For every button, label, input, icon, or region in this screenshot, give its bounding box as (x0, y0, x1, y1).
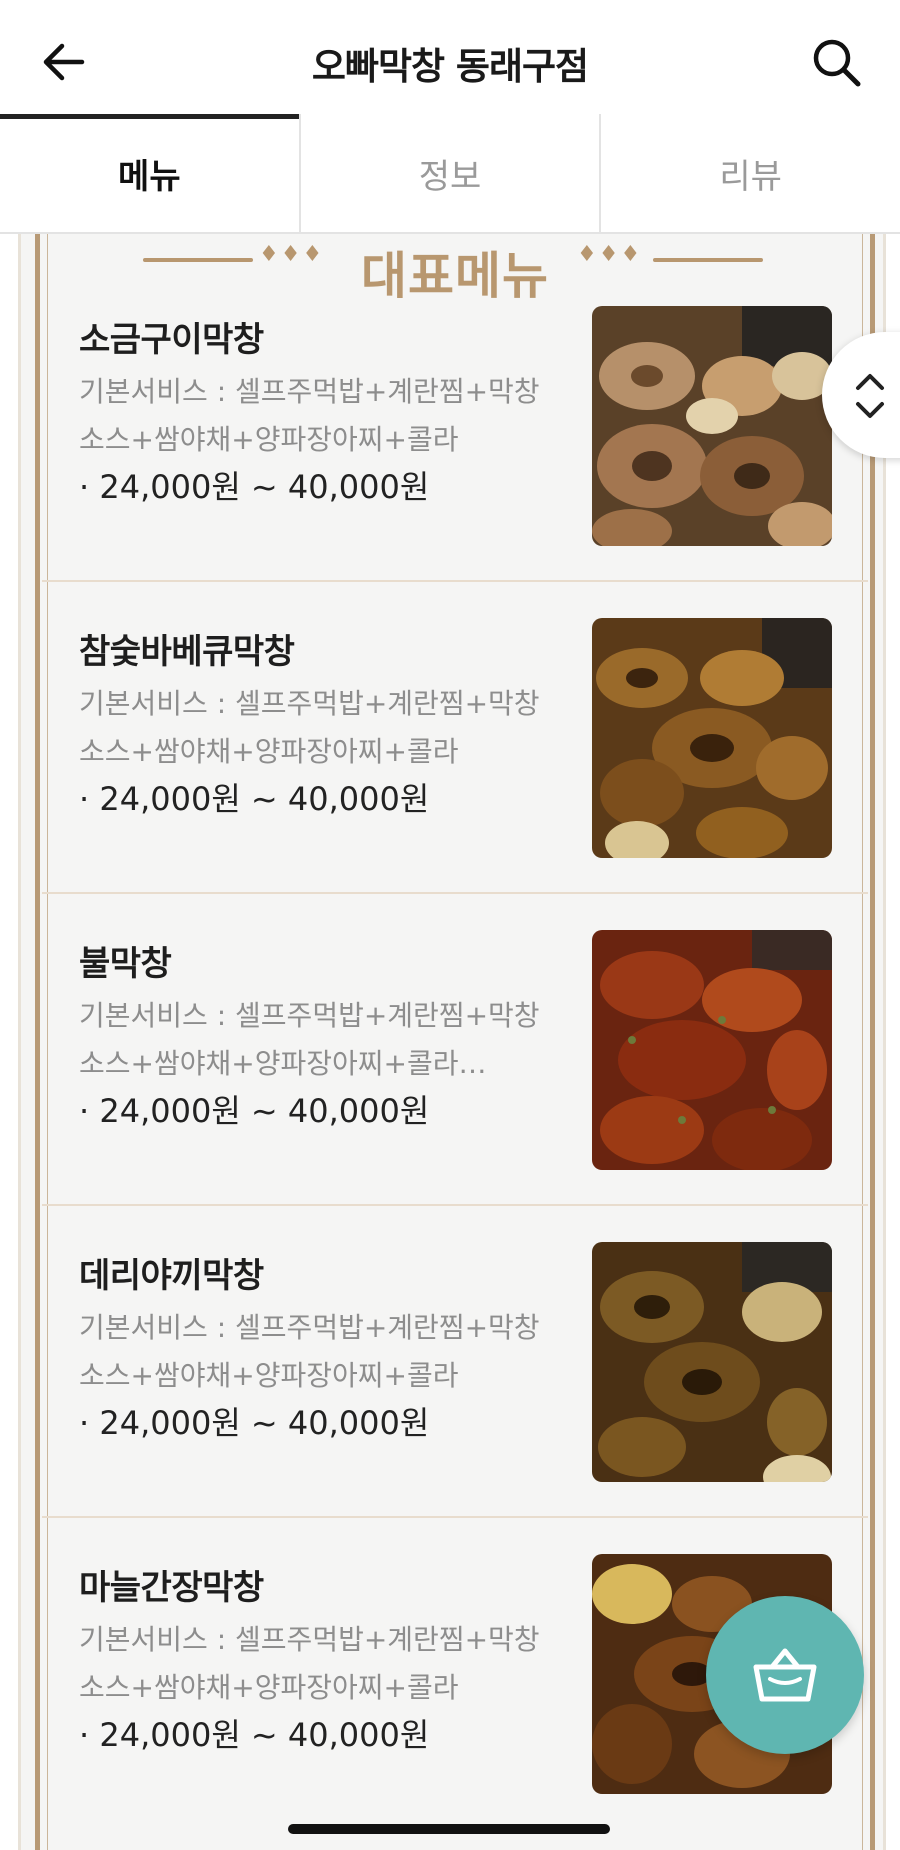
menu-item[interactable]: 참숯바베큐막창 기본서비스 : 셀프주먹밥+계란찜+막창소스+쌈야채+양파장아찌… (42, 582, 868, 894)
diamond-ornament-right: ♦♦♦ (577, 242, 643, 267)
menu-item-price: · 24,000원 ~ 40,000원 (79, 468, 430, 506)
search-button[interactable] (808, 34, 864, 90)
menu-item[interactable]: 소금구이막창 기본서비스 : 셀프주먹밥+계란찜+막창소스+쌈야채+양파장아찌+… (42, 270, 868, 582)
menu-item-name: 데리야끼막창 (79, 1256, 264, 1296)
menu-item-price: · 24,000원 ~ 40,000원 (79, 780, 430, 818)
menu-item[interactable]: 불막창 기본서비스 : 셀프주먹밥+계란찜+막창소스+쌈야채+양파장아찌+콜라…… (42, 894, 868, 1206)
menu-item-name: 소금구이막창 (79, 320, 264, 360)
menu-item-description: 기본서비스 : 셀프주먹밥+계란찜+막창소스+쌈야채+양파장아찌+콜라 (79, 687, 540, 768)
menu-item-photo (592, 1242, 832, 1482)
home-indicator (288, 1824, 610, 1834)
page-title: 오빠막창 동래구점 (311, 45, 589, 88)
tab-info[interactable]: 정보 (298, 114, 600, 232)
sort-toggle-button[interactable] (822, 332, 900, 458)
search-icon (813, 39, 861, 87)
menu-item[interactable]: 데리야끼막창 기본서비스 : 셀프주먹밥+계란찜+막창소스+쌈야채+양파장아찌+… (42, 1206, 868, 1518)
menu-item-photo (592, 618, 832, 858)
tab-reviews[interactable]: 리뷰 (599, 114, 900, 232)
chevron-up-down-icon (856, 374, 884, 418)
divider-line-right (653, 258, 763, 262)
tab-bar: 메뉴 정보 리뷰 (0, 114, 900, 234)
menu-item-name: 참숯바베큐막창 (79, 632, 295, 672)
menu-item-name: 불막창 (79, 944, 172, 984)
menu-item-name: 마늘간장막창 (79, 1568, 264, 1608)
menu-item-photo (592, 930, 832, 1170)
menu-item-description: 기본서비스 : 셀프주먹밥+계란찜+막창소스+쌈야채+양파장아찌+콜라 (79, 1311, 540, 1392)
menu-item-price: · 24,000원 ~ 40,000원 (79, 1092, 430, 1130)
menu-item-description: 기본서비스 : 셀프주먹밥+계란찜+막창소스+쌈야채+양파장아찌+콜라 (79, 1623, 540, 1704)
app-header: 오빠막창 동래구점 (0, 0, 900, 118)
menu-item-description: 기본서비스 : 셀프주먹밥+계란찜+막창소스+쌈야채+양파장아찌+콜라… (79, 999, 540, 1080)
cart-button[interactable] (706, 1596, 864, 1754)
basket-icon (753, 1648, 817, 1702)
menu-item-description: 기본서비스 : 셀프주먹밥+계란찜+막창소스+쌈야채+양파장아찌+콜라 (79, 375, 540, 456)
menu-item-price: · 24,000원 ~ 40,000원 (79, 1716, 430, 1754)
menu-item-photo (592, 306, 832, 546)
menu-item-price: · 24,000원 ~ 40,000원 (79, 1404, 430, 1442)
tab-menu[interactable]: 메뉴 (0, 114, 299, 232)
